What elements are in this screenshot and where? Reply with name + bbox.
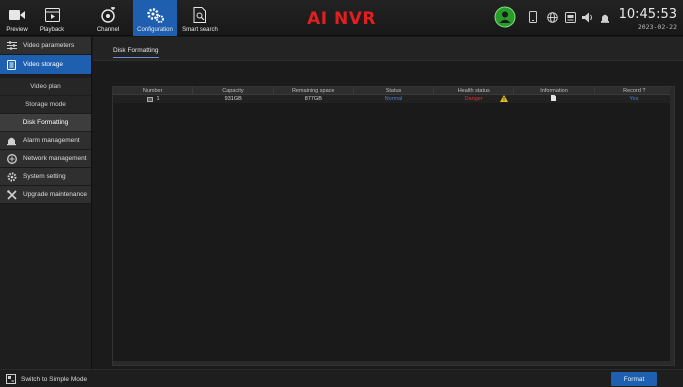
sidebar-item-video-storage[interactable]: Video storage (0, 55, 91, 75)
info-document-icon[interactable] (551, 95, 557, 104)
column-header: Remaining space (274, 87, 354, 94)
disk-icon (564, 11, 576, 25)
sidebar-item-label: Network management (23, 155, 87, 162)
mobile-icon (529, 11, 537, 25)
vertical-scrollbar[interactable] (670, 87, 674, 365)
nav-channel-label: Channel (96, 27, 120, 33)
main-content: Disk Formatting Number Capacity Remainin… (93, 37, 683, 369)
table-header: Number Capacity Remaining space Status H… (113, 87, 674, 95)
disk-status-button[interactable] (562, 7, 578, 29)
cell-remaining: 877GB (304, 96, 322, 102)
gear-icon (6, 171, 17, 182)
sidebar-subitem-label: Storage mode (25, 101, 66, 108)
user-icon (494, 6, 516, 30)
sidebar-item-label: Upgrade maintenance (23, 191, 87, 198)
nav-smart-search-label: Smart search (182, 27, 218, 33)
nav-smart-search[interactable]: Smart search (178, 0, 222, 36)
document-search-icon (191, 6, 209, 24)
sidebar-subitem-label: Video plan (30, 83, 61, 90)
table-row[interactable]: 1 931GB 877GB Normal Danger Yes (113, 95, 674, 103)
row-checkbox[interactable] (146, 96, 153, 102)
column-header: Capacity (193, 87, 274, 94)
sidebar-item-label: System setting (23, 173, 66, 180)
cell-health: Danger (434, 95, 514, 103)
sidebar-item-upgrade-maintenance[interactable]: Upgrade maintenance (0, 186, 91, 204)
camera-icon (8, 6, 26, 24)
sidebar-item-system-setting[interactable]: System setting (0, 168, 91, 186)
health-status-text: Danger (464, 96, 483, 102)
cell-record[interactable]: Yes (594, 95, 674, 103)
sidebar-item-label: Video storage (23, 61, 63, 68)
sidebar-subitem-disk-formatting[interactable]: Disk Formatting (0, 114, 91, 132)
cell-status: Normal (384, 96, 403, 102)
bell-icon (6, 135, 17, 146)
cell-information (514, 95, 594, 103)
sidebar-item-video-parameters[interactable]: Video parameters (0, 37, 91, 55)
disk-number: 1 (156, 96, 160, 102)
speaker-icon (582, 12, 594, 25)
tab-bar: Disk Formatting (93, 37, 683, 61)
network-button[interactable] (544, 7, 560, 29)
column-header: Health status (434, 87, 515, 94)
tab-disk-formatting[interactable]: Disk Formatting (113, 47, 159, 58)
globe-icon (546, 11, 558, 25)
video-parameters-icon (6, 40, 17, 51)
nav-playback[interactable]: Playback (35, 0, 69, 36)
nav-playback-label: Playback (39, 27, 65, 33)
format-button[interactable]: Format (611, 372, 657, 386)
column-header: Status (354, 87, 435, 94)
switch-simple-mode-button[interactable]: Switch to Simple Mode (6, 374, 87, 384)
volume-button[interactable] (580, 7, 596, 29)
bottom-bar: Switch to Simple Mode Format (0, 369, 683, 387)
sidebar-item-label: Alarm management (23, 137, 80, 144)
playback-icon (43, 6, 61, 24)
sidebar: Video parameters Video storage Video pla… (0, 37, 92, 369)
sidebar-item-alarm-management[interactable]: Alarm management (0, 132, 91, 150)
alarm-light-icon (600, 12, 610, 25)
sidebar-subitem-label: Disk Formatting (22, 119, 69, 126)
nav-configuration[interactable]: Configuration (133, 0, 177, 36)
warning-icon (499, 95, 508, 105)
alarm-button[interactable] (598, 7, 612, 29)
network-icon (6, 153, 17, 164)
clock-date: 2023-02-22 (637, 23, 677, 31)
column-header: Record ? (623, 88, 646, 94)
clock-time: 10:45:53 (618, 7, 677, 22)
switch-mode-icon (6, 374, 16, 384)
column-header: Information (514, 87, 595, 94)
video-storage-icon (6, 59, 17, 70)
column-header: Number (113, 87, 194, 94)
nav-preview[interactable]: Preview (3, 0, 31, 36)
wrench-icon (6, 189, 17, 200)
mobile-button[interactable] (526, 7, 540, 29)
gears-icon (146, 6, 164, 24)
nav-configuration-label: Configuration (137, 27, 173, 33)
nav-preview-label: Preview (6, 27, 28, 33)
top-bar: Preview Playback Channel Configuration S… (0, 0, 683, 36)
cell-number: 1 (113, 95, 193, 103)
sidebar-item-network-management[interactable]: Network management (0, 150, 91, 168)
horizontal-scrollbar[interactable] (113, 361, 672, 365)
sidebar-subitem-video-plan[interactable]: Video plan (0, 78, 91, 96)
user-status-button[interactable] (493, 6, 517, 30)
disk-table: Number Capacity Remaining space Status H… (112, 86, 675, 366)
cell-capacity: 931GB (224, 96, 242, 102)
sidebar-item-label: Video parameters (23, 42, 75, 49)
channel-icon (99, 6, 117, 24)
nav-channel[interactable]: Channel (95, 0, 121, 36)
switch-simple-mode-label: Switch to Simple Mode (21, 375, 88, 383)
sidebar-subitem-storage-mode[interactable]: Storage mode (0, 96, 91, 114)
